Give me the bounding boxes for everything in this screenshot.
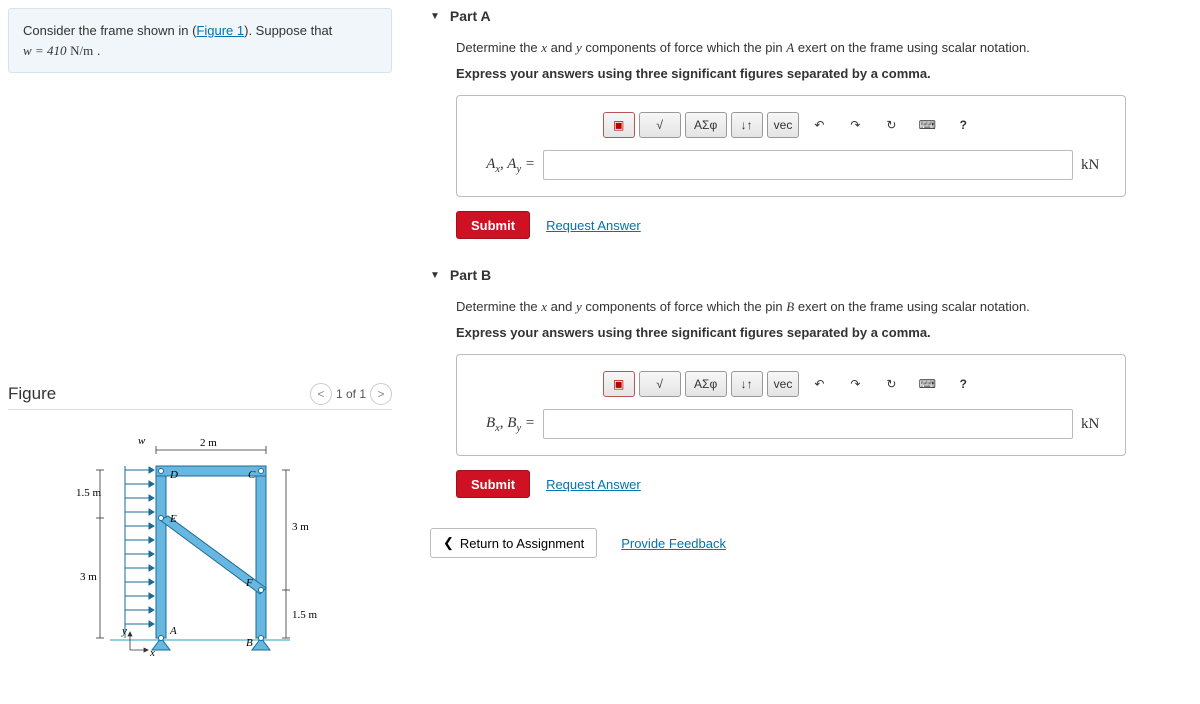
return-label: Return to Assignment bbox=[460, 536, 584, 551]
tool-template-icon[interactable]: ▣ bbox=[603, 371, 635, 397]
tool-sqrt-icon[interactable]: √ bbox=[639, 371, 681, 397]
part-a-toggle[interactable]: ▼ bbox=[430, 11, 440, 22]
figure-title: Figure bbox=[8, 384, 56, 404]
tool-vector-icon[interactable]: vec bbox=[767, 371, 800, 397]
part-b-answer-input[interactable] bbox=[543, 409, 1073, 439]
provide-feedback-link[interactable]: Provide Feedback bbox=[621, 536, 726, 551]
problem-text-prefix: Consider the frame shown in ( bbox=[23, 23, 196, 38]
tool-vector-icon[interactable]: vec bbox=[767, 112, 800, 138]
svg-text:x: x bbox=[149, 647, 155, 659]
part-b-instruction2: Express your answers using three signifi… bbox=[456, 325, 931, 340]
figure-nav-label: 1 of 1 bbox=[336, 387, 366, 401]
tool-undo-icon[interactable]: ↶ bbox=[803, 112, 835, 138]
tool-reset-icon[interactable]: ↻ bbox=[875, 371, 907, 397]
part-b-title: Part B bbox=[450, 267, 491, 283]
tool-redo-icon[interactable]: ↷ bbox=[839, 112, 871, 138]
part-b-unit: kN bbox=[1081, 416, 1111, 433]
figure-link[interactable]: Figure 1 bbox=[196, 23, 244, 38]
part-a-answer-box: ▣ √ ΑΣφ ↓↑ vec ↶ ↷ ↻ ⌨ ? Ax, Ay = kN bbox=[456, 95, 1126, 197]
part-a-submit-button[interactable]: Submit bbox=[456, 211, 530, 239]
part-a-title: Part A bbox=[450, 8, 491, 24]
tool-help-icon[interactable]: ? bbox=[947, 371, 979, 397]
svg-text:D: D bbox=[169, 469, 178, 481]
part-b-toggle[interactable]: ▼ bbox=[430, 270, 440, 281]
tool-greek-icon[interactable]: ΑΣφ bbox=[685, 371, 727, 397]
problem-text-mid: ). Suppose that bbox=[244, 23, 332, 38]
svg-text:B: B bbox=[246, 637, 253, 649]
part-b-instruction: Determine the x and y components of forc… bbox=[456, 297, 1184, 317]
part-a-answer-input[interactable] bbox=[543, 150, 1073, 180]
svg-text:3 m: 3 m bbox=[80, 571, 97, 583]
tool-subscript-icon[interactable]: ↓↑ bbox=[731, 112, 763, 138]
part-a-variable-label: Ax, Ay = bbox=[471, 156, 535, 175]
part-b-answer-box: ▣ √ ΑΣφ ↓↑ vec ↶ ↷ ↻ ⌨ ? Bx, By = kN bbox=[456, 354, 1126, 456]
chevron-left-icon: ❮ bbox=[443, 535, 454, 551]
tool-subscript-icon[interactable]: ↓↑ bbox=[731, 371, 763, 397]
figure-prev[interactable]: < bbox=[310, 383, 332, 405]
problem-statement: Consider the frame shown in (Figure 1). … bbox=[8, 8, 392, 73]
figure-next[interactable]: > bbox=[370, 383, 392, 405]
part-b-submit-button[interactable]: Submit bbox=[456, 470, 530, 498]
problem-text-suffix: . bbox=[93, 43, 100, 58]
tool-template-icon[interactable]: ▣ bbox=[603, 112, 635, 138]
tool-undo-icon[interactable]: ↶ bbox=[803, 371, 835, 397]
return-to-assignment-button[interactable]: ❮ Return to Assignment bbox=[430, 528, 597, 558]
figure-nav: < 1 of 1 > bbox=[310, 383, 392, 405]
part-a-request-answer-link[interactable]: Request Answer bbox=[546, 218, 641, 233]
tool-redo-icon[interactable]: ↷ bbox=[839, 371, 871, 397]
svg-text:C: C bbox=[248, 469, 256, 481]
svg-text:3 m: 3 m bbox=[292, 521, 309, 533]
part-a-unit: kN bbox=[1081, 157, 1111, 174]
tool-help-icon[interactable]: ? bbox=[947, 112, 979, 138]
tool-reset-icon[interactable]: ↻ bbox=[875, 112, 907, 138]
svg-text:w: w bbox=[138, 435, 146, 447]
part-b-request-answer-link[interactable]: Request Answer bbox=[546, 477, 641, 492]
svg-text:1.5 m: 1.5 m bbox=[292, 609, 318, 621]
part-a-instruction2: Express your answers using three signifi… bbox=[456, 66, 931, 81]
tool-keyboard-icon[interactable]: ⌨ bbox=[911, 112, 943, 138]
svg-text:A: A bbox=[169, 625, 177, 637]
svg-text:E: E bbox=[169, 513, 177, 525]
tool-keyboard-icon[interactable]: ⌨ bbox=[911, 371, 943, 397]
part-b-variable-label: Bx, By = bbox=[471, 415, 535, 434]
svg-text:y: y bbox=[121, 625, 127, 637]
svg-text:F: F bbox=[245, 577, 253, 589]
equation-lhs: w = 410 bbox=[23, 43, 66, 58]
tool-sqrt-icon[interactable]: √ bbox=[639, 112, 681, 138]
svg-text:2 m: 2 m bbox=[200, 437, 217, 449]
tool-greek-icon[interactable]: ΑΣφ bbox=[685, 112, 727, 138]
svg-text:1.5 m: 1.5 m bbox=[76, 487, 102, 499]
equation-unit: N/m bbox=[70, 43, 93, 58]
figure-diagram: w 2 m 1.5 m 3 m 3 m 1.5 m D C E F A B x … bbox=[8, 430, 392, 660]
part-a-instruction: Determine the x and y components of forc… bbox=[456, 38, 1184, 58]
